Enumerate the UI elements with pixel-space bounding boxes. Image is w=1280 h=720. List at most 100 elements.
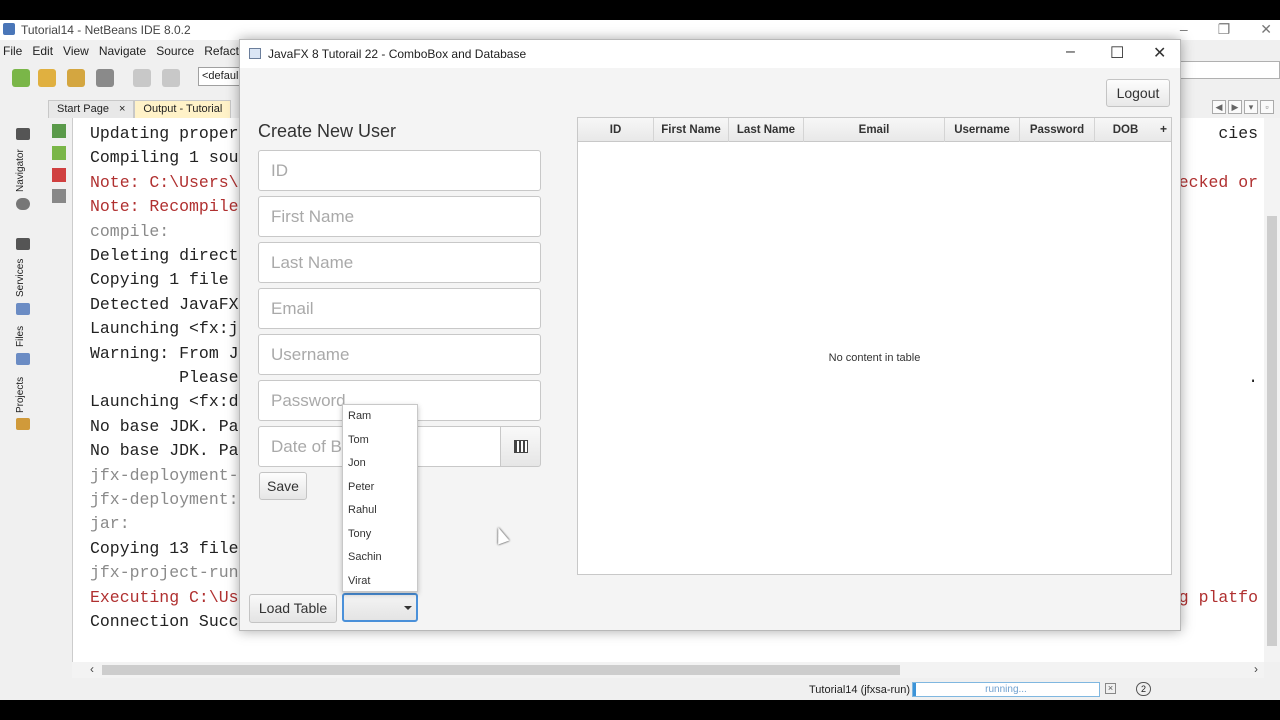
rerun-icon[interactable]: [52, 124, 66, 138]
javafx-titlebar: JavaFX 8 Tutorail 22 - ComboBox and Data…: [240, 40, 1180, 68]
desktop-screen: Tutorial14 - NetBeans IDE 8.0.2 – ❐ ✕ Fi…: [0, 20, 1280, 700]
output-line: No base JDK. Pa: [90, 416, 239, 436]
dropdown-item-ram[interactable]: Ram: [348, 410, 371, 422]
output-line-tail: ng platfo: [1168, 587, 1258, 607]
output-line: jfx-deployment:: [90, 490, 239, 509]
dropdown-item-jon[interactable]: Jon: [348, 457, 366, 469]
output-line: jfx-project-run: [90, 563, 239, 583]
load-table-button[interactable]: Load Table: [249, 594, 337, 623]
javafx-window: JavaFX 8 Tutorail 22 - ComboBox and Data…: [239, 39, 1181, 631]
column-header-first-name[interactable]: First Name: [654, 118, 729, 142]
notifications-badge[interactable]: 2: [1136, 682, 1151, 696]
netbeans-titlebar: Tutorial14 - NetBeans IDE 8.0.2 – ❐ ✕: [0, 20, 1280, 40]
dropdown-item-tony[interactable]: Tony: [348, 528, 371, 540]
new-file-icon[interactable]: [12, 69, 30, 87]
scroll-thumb[interactable]: [1267, 216, 1277, 646]
dropdown-item-tom[interactable]: Tom: [348, 434, 369, 446]
menu-file[interactable]: File: [3, 44, 22, 58]
output-line: Deleting direct: [90, 246, 239, 265]
logout-button[interactable]: Logout: [1106, 79, 1170, 107]
tab-navigation: ◀ ▶ ▾ ▫: [1212, 100, 1274, 114]
users-table[interactable]: ID First Name Last Name Email Username P…: [577, 117, 1172, 575]
close-icon[interactable]: ✕: [1153, 43, 1166, 63]
id-field[interactable]: ID: [258, 150, 541, 191]
app-window-icon: [249, 48, 261, 59]
close-icon[interactable]: ×: [119, 103, 125, 116]
cancel-task-icon[interactable]: ×: [1105, 683, 1116, 694]
last-name-field[interactable]: Last Name: [258, 242, 541, 283]
run-icon[interactable]: [52, 146, 66, 160]
menu-edit[interactable]: Edit: [32, 44, 53, 58]
email-field[interactable]: Email: [258, 288, 541, 329]
empty-table-message: No content in table: [828, 352, 921, 364]
calendar-icon: [514, 440, 528, 453]
window-icon[interactable]: [16, 128, 30, 140]
tab-output[interactable]: Output - Tutorial: [134, 100, 232, 118]
stop-icon[interactable]: [52, 168, 66, 182]
column-header-password[interactable]: Password: [1020, 118, 1095, 142]
output-line: Detected JavaFX: [90, 294, 239, 314]
redo-icon[interactable]: [162, 69, 180, 87]
save-button[interactable]: Save: [259, 472, 307, 500]
open-project-icon[interactable]: [67, 69, 85, 87]
dropdown-item-sachin[interactable]: Sachin: [348, 551, 382, 563]
dropdown-item-peter[interactable]: Peter: [348, 481, 374, 493]
dropdown-item-rahul[interactable]: Rahul: [348, 504, 377, 516]
scroll-right-icon[interactable]: ▶: [1228, 100, 1242, 114]
scroll-left-icon[interactable]: ‹: [90, 662, 94, 676]
projects-icon[interactable]: [16, 418, 30, 430]
horizontal-scrollbar[interactable]: ‹ ›: [72, 662, 1264, 678]
minimize-icon[interactable]: –: [1066, 43, 1075, 61]
form-heading: Create New User: [258, 121, 397, 141]
progress-bar: running...: [912, 682, 1100, 697]
services-tab[interactable]: Services: [15, 259, 26, 297]
first-name-field[interactable]: First Name: [258, 196, 541, 237]
maximize-icon[interactable]: ▫: [1260, 100, 1274, 114]
column-header-username[interactable]: Username: [945, 118, 1020, 142]
projects-tab[interactable]: Projects: [15, 377, 26, 413]
running-project-label: Tutorial14 (jfxsa-run): [809, 684, 911, 696]
tab-start-page[interactable]: Start Page ×: [48, 100, 135, 118]
editor-tabs: Start Page × Output - Tutorial: [48, 100, 232, 118]
menu-navigate[interactable]: Navigate: [99, 44, 146, 58]
navigator-icon[interactable]: [16, 198, 30, 210]
settings-icon[interactable]: [52, 189, 66, 203]
search-field[interactable]: [1180, 61, 1280, 79]
output-line: jfx-deployment-: [90, 465, 239, 485]
maximize-icon[interactable]: ☐: [1110, 43, 1124, 63]
files-icon[interactable]: [16, 353, 30, 365]
close-icon[interactable]: ✕: [1260, 21, 1272, 38]
restore-icon[interactable]: ❐: [1218, 21, 1231, 38]
undo-icon[interactable]: [133, 69, 151, 87]
column-header-id[interactable]: ID: [578, 118, 654, 142]
netbeans-window-title: Tutorial14 - NetBeans IDE 8.0.2: [21, 23, 191, 37]
minimize-icon[interactable]: –: [1180, 21, 1188, 38]
output-line: Connection Succ: [90, 612, 239, 631]
username-field[interactable]: Username: [258, 334, 541, 375]
output-line-tail: ecked or: [1178, 172, 1258, 192]
navigator-tab[interactable]: Navigator: [15, 149, 26, 192]
name-combobox[interactable]: [342, 593, 418, 622]
dropdown-item-virat[interactable]: Virat: [348, 575, 370, 587]
output-line-tail: .: [1248, 368, 1258, 387]
menu-view[interactable]: View: [63, 44, 89, 58]
tab-list-icon[interactable]: ▾: [1244, 100, 1258, 114]
window-icon[interactable]: [16, 238, 30, 250]
scroll-left-icon[interactable]: ◀: [1212, 100, 1226, 114]
netbeans-logo-icon: [3, 23, 15, 35]
files-tab[interactable]: Files: [15, 326, 26, 347]
menu-source[interactable]: Source: [156, 44, 194, 58]
save-all-icon[interactable]: [96, 69, 114, 87]
scroll-thumb[interactable]: [102, 665, 900, 675]
services-icon[interactable]: [16, 303, 30, 315]
column-header-last-name[interactable]: Last Name: [729, 118, 804, 142]
scroll-right-icon[interactable]: ›: [1254, 662, 1258, 676]
output-line: Compiling 1 sou: [90, 148, 239, 168]
new-project-icon[interactable]: [38, 69, 56, 87]
column-menu-button[interactable]: +: [1156, 118, 1171, 142]
vertical-scrollbar[interactable]: [1264, 118, 1280, 662]
column-header-email[interactable]: Email: [804, 118, 945, 142]
date-picker-button[interactable]: [500, 426, 541, 467]
column-header-dob[interactable]: DOB: [1095, 118, 1156, 142]
output-line: Copying 13 file: [90, 538, 239, 558]
